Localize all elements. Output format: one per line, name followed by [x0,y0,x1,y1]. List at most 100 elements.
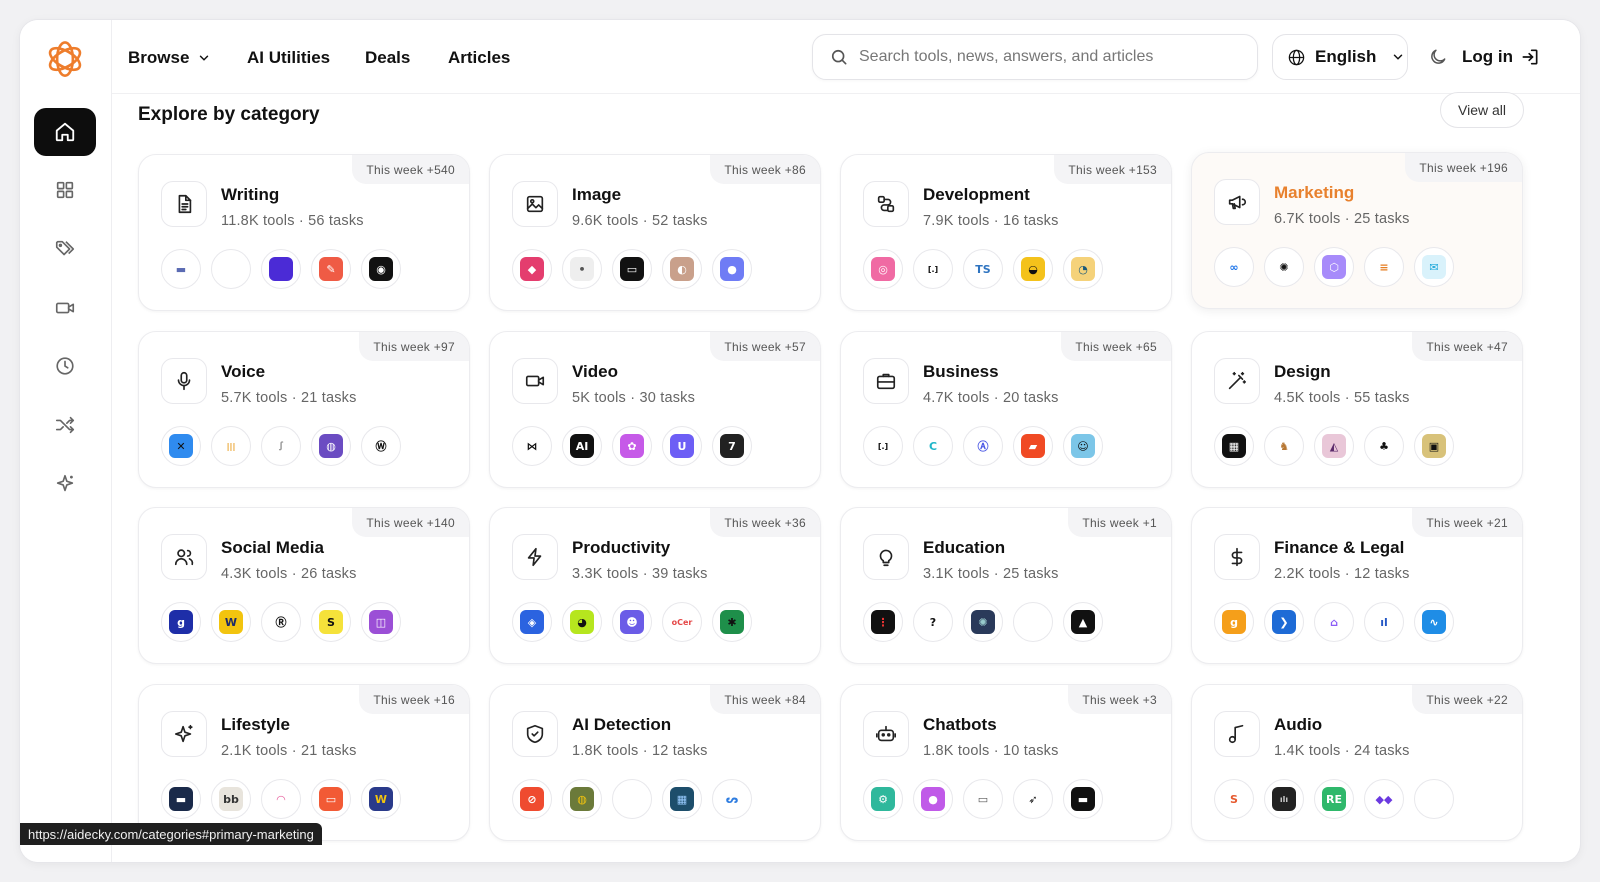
tool-logo[interactable]: ılı [1264,779,1304,819]
tool-logo[interactable]: W [211,602,251,642]
category-card-voice[interactable]: This week +97 Voice 5.7K tools · 21 tasks ✕… [138,331,470,488]
tool-logo[interactable]: ❯ [1264,602,1304,642]
tool-logo[interactable]: ▰ [1013,426,1053,466]
tool-logo[interactable]: Ⓡ [261,602,301,642]
tool-logo[interactable]: ▦ [662,779,702,819]
tool-logo[interactable]: ▣ [1414,426,1454,466]
tool-logo[interactable]: S [1214,779,1254,819]
category-card-productivity[interactable]: This week +36 Productivity 3.3K tools · 39… [489,507,821,664]
search-input[interactable] [859,48,1239,66]
tool-logo[interactable]: ∞ [1214,247,1254,287]
sidebar-item-ai[interactable] [34,460,96,508]
tool-logo[interactable]: ➶ [1013,779,1053,819]
tool-logo[interactable]: ? [913,602,953,642]
view-all-button[interactable]: View all [1440,92,1524,128]
category-card-audio[interactable]: This week +22 Audio 1.4K tools · 24 tasks S… [1191,684,1523,841]
tool-logo[interactable] [261,249,301,289]
tool-logo[interactable]: ▲ [1063,602,1103,642]
category-card-chatbots[interactable]: This week +3 Chatbots 1.8K tools · 10 task… [840,684,1172,841]
tool-logo[interactable]: ∿ [1414,602,1454,642]
tool-logo[interactable]: ✺ [963,602,1003,642]
language-selector[interactable]: English [1272,34,1408,80]
tool-logo[interactable]: g [1214,602,1254,642]
tool-logo[interactable]: ▭ [311,779,351,819]
tool-logo[interactable]: ● [712,249,752,289]
search-box[interactable] [812,34,1258,80]
tool-logo[interactable]: ☺ [1063,426,1103,466]
tool-logo[interactable]: AI [562,426,602,466]
sidebar-item-videos[interactable] [34,284,96,332]
moon-icon[interactable] [1428,47,1448,67]
nav-ai-utilities[interactable]: AI Utilities [247,48,330,68]
tool-logo[interactable]: oCer [662,602,702,642]
category-card-education[interactable]: This week +1 Education 3.1K tools · 25 tas… [840,507,1172,664]
tool-logo[interactable]: ◫ [361,602,401,642]
tool-logo[interactable]: ⌂ [1314,602,1354,642]
tool-logo[interactable]: Ⓦ [361,426,401,466]
tool-logo[interactable]: ◕ [562,602,602,642]
tool-logo[interactable]: ◆ [512,249,552,289]
tool-logo[interactable]: [.] [863,426,903,466]
tool-logo[interactable]: ✉ [1414,247,1454,287]
tool-logo[interactable]: ≡ [1364,247,1404,287]
tool-logo[interactable]: ⋈ [512,426,552,466]
tool-logo[interactable]: ◆◆ [1364,779,1404,819]
tool-logo[interactable]: ◐ [662,249,702,289]
nav-deals[interactable]: Deals [365,48,410,68]
tool-logo[interactable]: RE [1314,779,1354,819]
tool-logo[interactable]: bb [211,779,251,819]
tool-logo[interactable]: TS [963,249,1003,289]
tool-logo[interactable]: ⋮ [863,602,903,642]
tool-logo[interactable]: ◉ [361,249,401,289]
tool-logo[interactable]: ✺ [1264,247,1304,287]
sidebar-item-home[interactable] [34,108,96,156]
category-card-marketing[interactable]: This week +196 Marketing 6.7K tools · 25 t… [1191,152,1523,309]
tool-logo[interactable]: ✱ [712,602,752,642]
category-card-image[interactable]: This week +86 Image 9.6K tools · 52 tasks ◆… [489,154,821,311]
tool-logo[interactable]: 7 [712,426,752,466]
tool-logo[interactable]: ▦ [1214,426,1254,466]
tool-logo[interactable]: S [311,602,351,642]
tool-logo[interactable]: ◠ [261,779,301,819]
tool-logo[interactable]: ⬡ [1314,247,1354,287]
tool-logo[interactable]: ♞ [1264,426,1304,466]
sidebar-item-deals[interactable] [34,225,96,273]
tool-logo[interactable]: ✿ [612,426,652,466]
login-button[interactable]: Log in [1462,47,1540,67]
tool-logo[interactable]: ▭ [612,249,652,289]
category-card-lifestyle[interactable]: This week +16 Lifestyle 2.1K tools · 21 ta… [138,684,470,841]
category-card-development[interactable]: This week +153 Development 7.9K tools · 16… [840,154,1172,311]
tool-logo[interactable]: ᔕ [712,779,752,819]
category-card-writing[interactable]: This week +540 Writing 11.8K tools · 56 ta… [138,154,470,311]
sidebar-item-categories[interactable] [34,166,96,214]
tool-logo[interactable]: ⚙ [863,779,903,819]
tool-logo[interactable]: ● [913,779,953,819]
logo-icon[interactable] [44,38,86,80]
category-card-ai-detection[interactable]: This week +84 AI Detection 1.8K tools · 12… [489,684,821,841]
tool-logo[interactable]: ✎ [311,249,351,289]
tool-logo[interactable]: ♣ [1364,426,1404,466]
tool-logo[interactable]: U [662,426,702,466]
sidebar-item-random[interactable] [34,401,96,449]
tool-logo[interactable] [1013,602,1053,642]
tool-logo[interactable] [211,249,251,289]
tool-logo[interactable]: • [562,249,602,289]
category-card-social-media[interactable]: This week +140 Social Media 4.3K tools · 2… [138,507,470,664]
nav-browse[interactable]: Browse [128,48,211,68]
tool-logo[interactable]: ◍ [562,779,602,819]
tool-logo[interactable]: ıl [1364,602,1404,642]
tool-logo[interactable]: ⊘ [512,779,552,819]
tool-logo[interactable] [612,779,652,819]
tool-logo[interactable]: C [913,426,953,466]
tool-logo[interactable]: ◒ [1013,249,1053,289]
tool-logo[interactable]: W [361,779,401,819]
tool-logo[interactable]: ☻ [612,602,652,642]
category-card-design[interactable]: This week +47 Design 4.5K tools · 55 tasks… [1191,331,1523,488]
tool-logo[interactable]: ◭ [1314,426,1354,466]
category-card-video[interactable]: This week +57 Video 5K tools · 30 tasks ⋈ AI… [489,331,821,488]
tool-logo[interactable] [1414,779,1454,819]
tool-logo[interactable]: [.] [913,249,953,289]
tool-logo[interactable]: ◔ [1063,249,1103,289]
tool-logo[interactable]: ▭ [963,779,1003,819]
category-card-finance-legal[interactable]: This week +21 Finance & Legal 2.2K tools ·… [1191,507,1523,664]
